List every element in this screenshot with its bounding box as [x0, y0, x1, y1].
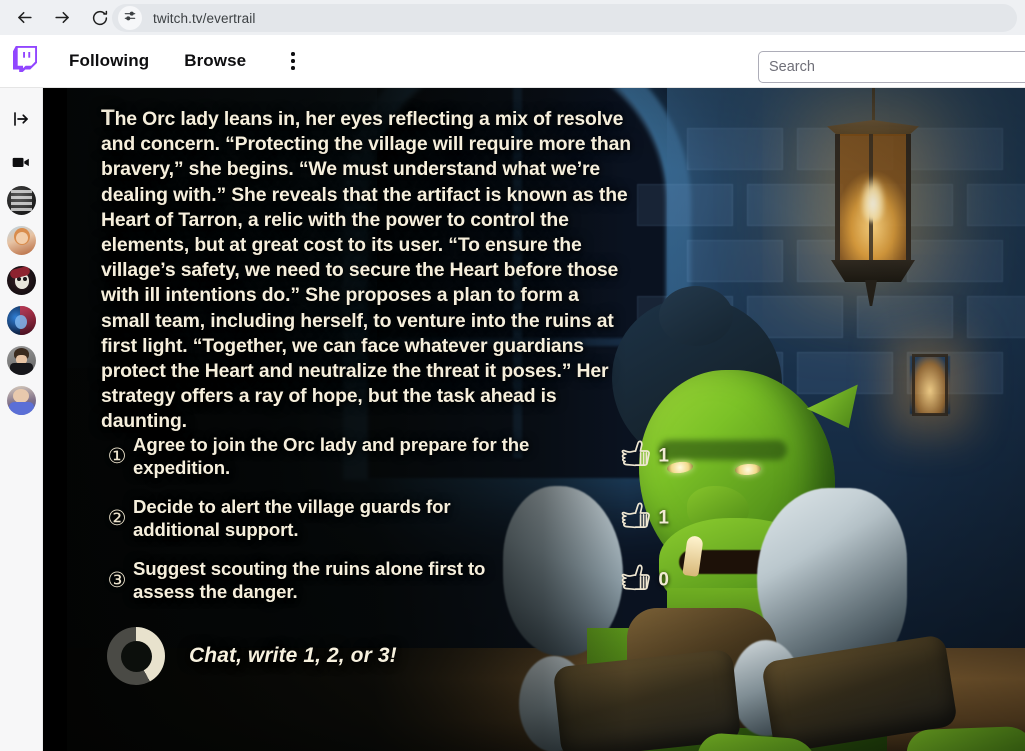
thumbs-up-icon: [619, 501, 653, 536]
choice-option-1[interactable]: ① Agree to join the Orc lady and prepare…: [101, 425, 669, 487]
stream-player[interactable]: The Orc lady leans in, her eyes reflecti…: [43, 88, 1025, 751]
browser-toolbar: twitch.tv/evertrail: [0, 0, 1025, 35]
choice-vote-group: 0: [619, 563, 669, 598]
choice-vote-group: 1: [619, 439, 669, 474]
nav-browse[interactable]: Browse: [184, 51, 246, 71]
choice-number: ③: [107, 568, 127, 592]
twitch-logo-button[interactable]: [8, 44, 42, 78]
chat-prompt-text: Chat, write 1, 2, or 3!: [189, 644, 397, 667]
search-input[interactable]: [759, 52, 1025, 82]
countdown-timer-icon: [107, 627, 165, 685]
nav-following[interactable]: Following: [69, 51, 149, 71]
left-sidebar: [0, 88, 43, 751]
forward-arrow-icon: [53, 8, 72, 27]
vote-count: 0: [658, 569, 669, 590]
player-letterbox-left: [43, 88, 67, 751]
vote-count: 1: [658, 445, 669, 466]
channel-avatar-6[interactable]: [7, 386, 36, 415]
choice-option-3[interactable]: ③ Suggest scouting the ruins alone first…: [101, 549, 669, 611]
thumbs-up-icon: [619, 439, 653, 474]
choice-list: ① Agree to join the Orc lady and prepare…: [101, 425, 669, 611]
countdown-timer-hole: [120, 640, 152, 672]
stream-video: The Orc lady leans in, her eyes reflecti…: [67, 88, 1025, 751]
site-settings-button[interactable]: [118, 6, 142, 30]
twitch-logo-icon: [13, 45, 37, 77]
site-settings-icon: [123, 9, 137, 28]
stream-overlay: The Orc lady leans in, her eyes reflecti…: [67, 88, 1025, 751]
choice-number: ②: [107, 506, 127, 530]
channel-avatar-2[interactable]: [7, 226, 36, 255]
channel-avatar-3[interactable]: [7, 266, 36, 295]
back-arrow-icon: [15, 8, 34, 27]
url-text: twitch.tv/evertrail: [153, 10, 256, 26]
channel-avatar-5[interactable]: [7, 346, 36, 375]
thumbs-up-icon: [619, 563, 653, 598]
more-vertical-icon[interactable]: [282, 47, 304, 75]
chat-prompt-row: Chat, write 1, 2, or 3!: [107, 627, 397, 685]
search-box[interactable]: [758, 51, 1025, 83]
forward-button[interactable]: [46, 2, 78, 34]
choice-label: Suggest scouting the ruins alone first t…: [133, 557, 486, 603]
expand-sidebar-icon[interactable]: [9, 107, 33, 131]
vote-count: 1: [658, 507, 669, 528]
choice-option-2[interactable]: ② Decide to alert the village guards for…: [101, 487, 669, 549]
reload-icon: [91, 9, 109, 27]
address-bar[interactable]: twitch.tv/evertrail: [112, 4, 1017, 32]
choice-label: Agree to join the Orc lady and prepare f…: [133, 433, 530, 479]
channel-avatar-4[interactable]: [7, 306, 36, 335]
back-button[interactable]: [8, 2, 40, 34]
story-text: The Orc lady leans in, her eyes reflecti…: [101, 105, 631, 433]
channel-avatar-1[interactable]: [7, 186, 36, 215]
choice-number: ①: [107, 444, 127, 468]
video-camera-icon[interactable]: [9, 150, 33, 174]
choice-label: Decide to alert the village guards for a…: [133, 495, 451, 541]
choice-vote-group: 1: [619, 501, 669, 536]
